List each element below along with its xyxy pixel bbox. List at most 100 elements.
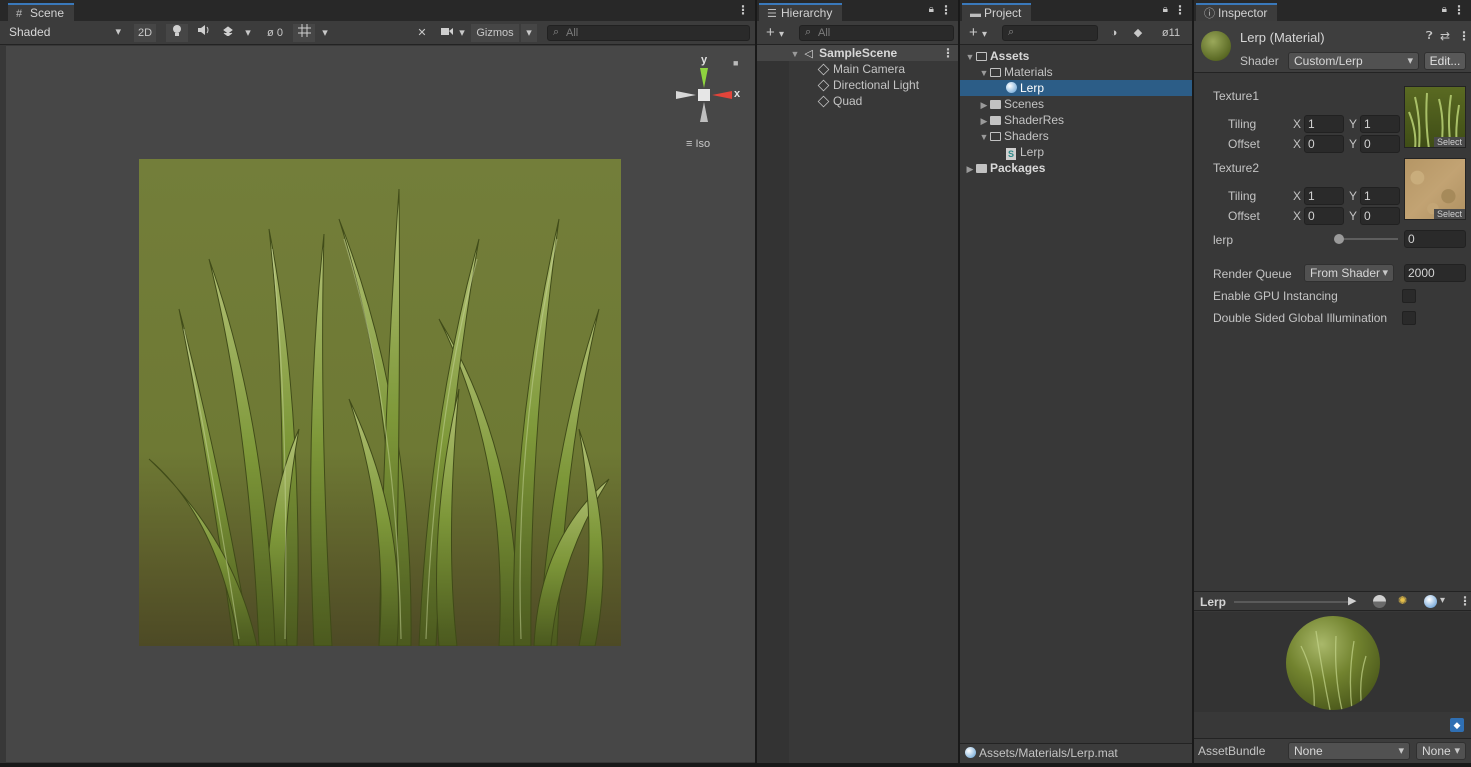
- project-folder-scenes[interactable]: ▶ Scenes: [960, 96, 1192, 112]
- project-search-input[interactable]: [1002, 25, 1098, 41]
- texture1-tiling-x-field[interactable]: 1: [1304, 115, 1344, 133]
- collapse-arrow-icon[interactable]: ▶: [978, 97, 990, 113]
- hierarchy-more-icon[interactable]: ⋮: [940, 4, 952, 16]
- render-queue-field[interactable]: 2000: [1404, 264, 1466, 282]
- gizmos-button[interactable]: Gizmos: [471, 24, 519, 42]
- texture2-offset-x-field[interactable]: 0: [1304, 207, 1344, 225]
- presets-icon[interactable]: ⇄: [1440, 29, 1450, 43]
- hierarchy-left-gutter: [757, 61, 789, 767]
- material-thumbnail: [1201, 31, 1231, 61]
- shader-edit-button[interactable]: Edit...: [1424, 52, 1466, 70]
- search-by-type-icon[interactable]: ◑: [1105, 24, 1123, 42]
- scene-viewport[interactable]: y x ■ ≡ Iso: [6, 46, 755, 762]
- tab-hierarchy[interactable]: ☰ Hierarchy: [759, 3, 843, 21]
- preview-sphere-icon[interactable]: [1424, 595, 1437, 608]
- effects-dropdown-icon[interactable]: ▾: [240, 24, 256, 42]
- texture1-offset-y-field[interactable]: 0: [1360, 135, 1400, 153]
- shader-dropdown[interactable]: Custom/Lerp: [1288, 52, 1419, 70]
- texture2-tiling-y-field[interactable]: 1: [1360, 187, 1400, 205]
- camera-dropdown-icon[interactable]: ▾: [456, 24, 468, 42]
- expand-arrow-icon[interactable]: ▼: [964, 49, 976, 65]
- expand-arrow-icon[interactable]: ▼: [978, 129, 990, 145]
- quad-object[interactable]: [139, 159, 621, 646]
- preview-grass-pattern: [1300, 630, 1367, 710]
- asset-labels-icon[interactable]: ◆: [1450, 718, 1464, 732]
- hidden-packages-toggle[interactable]: ø11: [1154, 24, 1188, 42]
- audio-toggle-icon[interactable]: [192, 24, 214, 42]
- lerp-slider-track[interactable]: [1338, 238, 1398, 240]
- hierarchy-add-button[interactable]: + ▾: [761, 24, 789, 42]
- preview-dropdown-icon[interactable]: ▾: [1440, 595, 1445, 606]
- texture1-offset-y-label: Y: [1349, 137, 1358, 151]
- search-by-label-icon[interactable]: ◆: [1130, 24, 1146, 42]
- preview-mesh-icon[interactable]: [1373, 595, 1386, 608]
- hierarchy-lock-icon[interactable]: 🔒︎: [929, 4, 934, 15]
- effects-toggle-icon[interactable]: [218, 24, 238, 42]
- project-folder-shaderres[interactable]: ▶ ShaderRes: [960, 112, 1192, 128]
- texture2-select-button[interactable]: Select: [1433, 209, 1465, 219]
- project-lock-icon[interactable]: 🔒︎: [1163, 4, 1168, 15]
- help-icon[interactable]: ❓︎: [1426, 30, 1433, 43]
- gameobject-icon: [817, 95, 830, 108]
- texture1-select-button[interactable]: Select: [1433, 137, 1465, 147]
- collapse-arrow-icon[interactable]: ▶: [964, 161, 976, 177]
- 2d-toggle-button[interactable]: 2D: [134, 24, 156, 42]
- play-icon[interactable]: ▶: [1348, 594, 1356, 607]
- texture1-slot[interactable]: Select: [1404, 86, 1466, 148]
- lerp-value-field[interactable]: 0: [1404, 230, 1466, 248]
- tab-scene[interactable]: # Scene: [8, 3, 75, 21]
- expand-arrow-icon[interactable]: ▼: [789, 46, 801, 62]
- render-queue-label: Render Queue: [1213, 267, 1292, 281]
- project-folder-packages[interactable]: ▶ Packages: [960, 160, 1192, 176]
- gizmo-lock-icon[interactable]: ■: [733, 58, 738, 68]
- folder-icon: [976, 164, 987, 173]
- lerp-slider-handle[interactable]: [1334, 234, 1344, 244]
- grid-toggle-icon[interactable]: [293, 24, 315, 42]
- project-folder-shaders[interactable]: ▼ Shaders: [960, 128, 1192, 144]
- inspector-lock-icon[interactable]: 🔒︎: [1442, 4, 1447, 15]
- tab-project[interactable]: ▬ Project: [962, 3, 1032, 21]
- texture2-offset-y-field[interactable]: 0: [1360, 207, 1400, 225]
- texture2-tiling-label: Tiling: [1228, 189, 1257, 203]
- project-footer: Assets/Materials/Lerp.mat: [960, 743, 1192, 763]
- project-item-lerp-material[interactable]: Lerp: [960, 80, 1192, 96]
- tools-icon[interactable]: ✕: [412, 24, 432, 42]
- scene-root-row[interactable]: ▼ ◁ SampleScene ⋮: [757, 45, 958, 61]
- project-folder-materials[interactable]: ▼ Materials: [960, 64, 1192, 80]
- texture2-tiling-x-field[interactable]: 1: [1304, 187, 1344, 205]
- hidden-objects-toggle[interactable]: ø 0: [260, 24, 290, 42]
- projection-toggle[interactable]: ≡ Iso: [686, 138, 710, 150]
- project-folder-assets[interactable]: ▼ Assets: [960, 48, 1192, 64]
- gizmos-dropdown-icon[interactable]: ▾: [521, 24, 537, 42]
- scene-search-input[interactable]: All: [547, 25, 750, 41]
- render-queue-dropdown[interactable]: From Shader: [1304, 264, 1394, 282]
- assetbundle-variant-dropdown[interactable]: None: [1416, 742, 1466, 760]
- assetbundle-dropdown[interactable]: None: [1288, 742, 1410, 760]
- double-sided-gi-checkbox[interactable]: [1402, 311, 1416, 325]
- lighting-toggle-icon[interactable]: [166, 24, 188, 42]
- shading-mode-dropdown[interactable]: Shaded: [4, 24, 126, 42]
- expand-arrow-icon[interactable]: ▼: [978, 65, 990, 81]
- hierarchy-search-input[interactable]: All: [799, 25, 954, 41]
- preview-light-icon[interactable]: ✺: [1398, 594, 1407, 607]
- grid-dropdown-icon[interactable]: ▾: [317, 24, 333, 42]
- texture2-slot[interactable]: Select: [1404, 158, 1466, 220]
- inspector-more-icon[interactable]: ⋮: [1453, 4, 1465, 16]
- scene-row-more-icon[interactable]: ⋮: [942, 47, 954, 59]
- project-item-lerp-shader[interactable]: S Lerp: [960, 144, 1192, 160]
- texture1-offset-x-field[interactable]: 0: [1304, 135, 1344, 153]
- collapse-arrow-icon[interactable]: ▶: [978, 113, 990, 129]
- gpu-instancing-checkbox[interactable]: [1402, 289, 1416, 303]
- inspector-panel: ⓘ Inspector 🔒︎ ⋮ Lerp (Material) ❓︎ ⇄ ⋮ S…: [1194, 0, 1471, 767]
- project-more-icon[interactable]: ⋮: [1174, 4, 1186, 16]
- texture1-tiling-y-field[interactable]: 1: [1360, 115, 1400, 133]
- component-more-icon[interactable]: ⋮: [1458, 29, 1470, 43]
- preview-more-icon[interactable]: ⋮: [1459, 594, 1471, 608]
- texture1-offset-label: Offset: [1228, 137, 1260, 151]
- material-preview[interactable]: [1194, 612, 1471, 712]
- scene-more-icon[interactable]: ⋮: [737, 4, 749, 16]
- preview-resize-handle[interactable]: [1234, 601, 1352, 603]
- project-add-button[interactable]: + ▾: [964, 24, 992, 42]
- camera-icon[interactable]: [438, 24, 456, 42]
- tab-inspector[interactable]: ⓘ Inspector: [1196, 3, 1278, 21]
